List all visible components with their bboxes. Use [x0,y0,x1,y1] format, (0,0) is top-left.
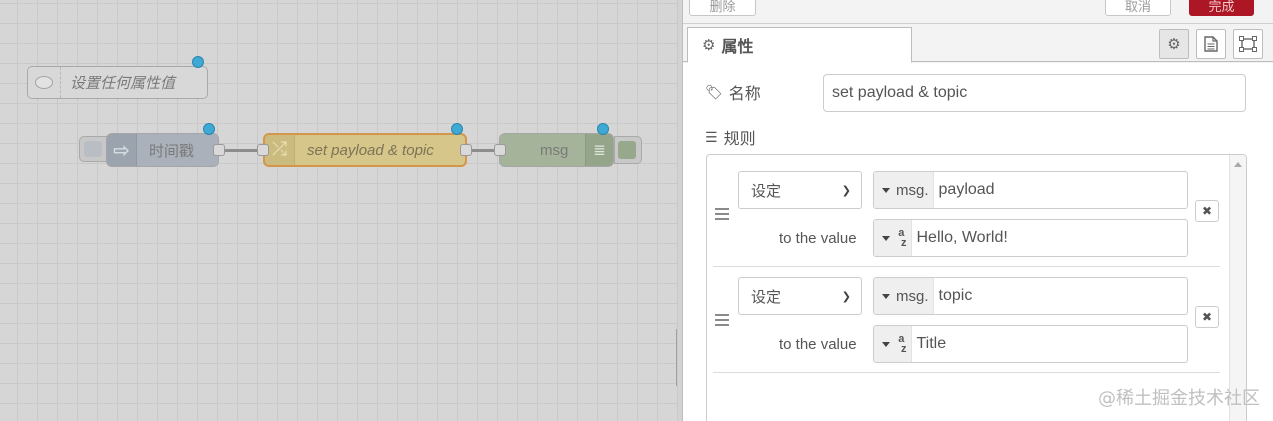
rule-target-value: topic [938,287,973,304]
rules-list[interactable]: 设定 ❯ msg. payload to the value az Hello,… [706,154,1247,421]
rule-target-input[interactable]: msg. topic [873,277,1188,315]
comment-node-label: 设置任何属性值 [70,75,176,92]
name-input[interactable]: set payload & topic [823,74,1246,112]
frame-icon [1239,36,1257,52]
node-settings-button[interactable]: ⚙ [1159,29,1189,59]
remove-rule-button[interactable]: ✖ [1195,306,1219,328]
to-value-label: to the value [779,229,857,247]
close-icon: ✖ [1201,310,1213,324]
inject-trigger-button[interactable] [79,136,109,162]
panel-resize-handle[interactable] [676,329,678,386]
target-type-label: msg. [896,181,929,199]
rules-row-label: ☰ 规则 [705,125,756,149]
rule-action-select[interactable]: 设定 ❯ [738,171,862,209]
rule-action-select[interactable]: 设定 ❯ [738,277,862,315]
flow-canvas[interactable]: 设置任何属性值 ⇨ 时间戳 ⤮ set payload & topic msg … [0,0,678,421]
value-type-button[interactable]: az [874,326,912,362]
input-port[interactable] [494,144,506,156]
chevron-down-icon: ❯ [841,291,851,303]
file-icon [1204,36,1218,52]
rule-target-input[interactable]: msg. payload [873,171,1188,209]
panel-toolbar: 删除 取消 完成 [683,0,1273,24]
changed-indicator [451,123,463,135]
string-type-icon: az [898,227,907,249]
arrow-right-icon: ⇨ [107,134,137,166]
cancel-button[interactable]: 取消 [1105,0,1171,16]
target-type-button[interactable]: msg. [874,278,934,314]
gear-icon: ⚙ [1167,36,1181,53]
node-description-button[interactable] [1196,29,1226,59]
comment-icon [28,67,61,98]
target-type-button[interactable]: msg. [874,172,934,208]
to-value-label: to the value [779,335,857,353]
input-port[interactable] [257,144,269,156]
rules-scrollbar[interactable] [1229,155,1246,421]
rule-target-value: payload [938,181,995,198]
caret-down-icon [882,187,890,193]
changed-indicator [597,123,609,135]
rule-value-input[interactable]: az Title [873,325,1188,363]
tag-icon: 🏷 [705,83,723,100]
rule-action-value: 设定 [751,182,782,200]
chevron-down-icon: ❯ [841,185,851,197]
caret-down-icon [882,341,890,347]
tab-properties[interactable]: ⚙ 属性 [687,27,912,63]
output-port[interactable] [460,144,472,156]
drag-handle-icon[interactable] [715,208,729,220]
node-edit-panel: 删除 取消 完成 ⚙ 属性 ⚙ 🏷 名称 set payload & topic… [682,0,1273,421]
shuffle-icon: ⤮ [265,135,295,165]
rule-value-text: Title [916,335,947,352]
rule-item: 设定 ❯ msg. payload to the value az Hello,… [713,167,1220,267]
comment-node[interactable]: 设置任何属性值 [27,66,208,99]
tab-properties-label: 属性 [721,39,754,56]
change-node-label: set payload & topic [307,141,434,159]
rule-value-text: Hello, World! [916,229,1008,246]
tab-bar: ⚙ 属性 ⚙ [683,24,1273,63]
properties-form: 🏷 名称 set payload & topic ☰ 规则 设定 ❯ msg. [683,63,1273,421]
debug-node-label: msg [540,141,569,159]
name-label: 名称 [728,86,761,103]
rules-label: 规则 [723,131,756,148]
delete-button[interactable]: 删除 [689,0,756,16]
remove-rule-button[interactable]: ✖ [1195,200,1219,222]
changed-indicator [192,56,204,68]
close-icon: ✖ [1201,204,1213,218]
watermark: @稀土掘金技术社区 [1098,388,1260,409]
string-type-icon: az [898,333,907,355]
value-type-button[interactable]: az [874,220,912,256]
target-type-label: msg. [896,287,929,305]
debug-node[interactable]: msg ≣ [494,133,614,167]
output-port[interactable] [213,144,225,156]
list-icon: ≣ [585,134,613,166]
change-node[interactable]: ⤮ set payload & topic [257,133,472,167]
rule-action-value: 设定 [751,288,782,306]
list-icon: ☰ [705,128,718,145]
debug-toggle-button[interactable] [614,136,642,164]
inject-node[interactable]: ⇨ 时间戳 [106,133,225,167]
caret-down-icon [882,293,890,299]
changed-indicator [203,123,215,135]
scroll-up-icon[interactable] [1234,162,1242,167]
gear-icon: ⚙ [702,37,716,54]
rule-value-input[interactable]: az Hello, World! [873,219,1188,257]
done-button[interactable]: 完成 [1189,0,1254,16]
node-appearance-button[interactable] [1233,29,1263,59]
drag-handle-icon[interactable] [715,314,729,326]
name-row-label: 🏷 名称 [705,80,761,104]
inject-node-label: 时间戳 [149,142,195,160]
caret-down-icon [882,235,890,241]
rule-item: 设定 ❯ msg. topic to the value az Title ✖ [713,273,1220,373]
